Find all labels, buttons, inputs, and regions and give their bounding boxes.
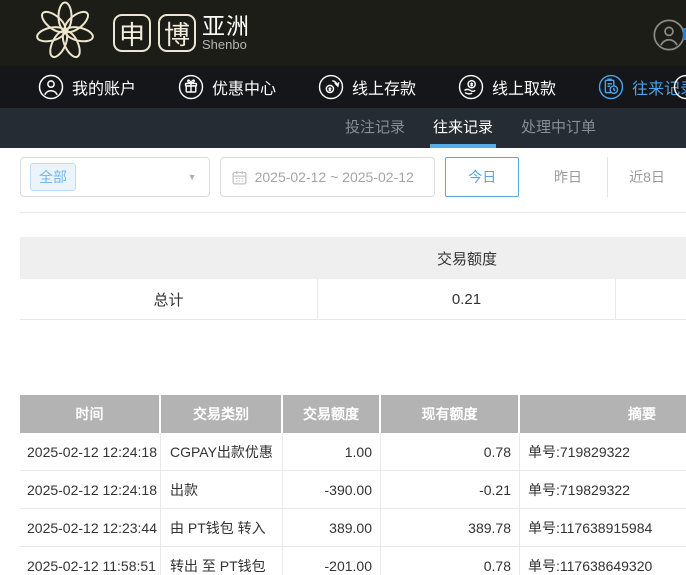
table-row: 2025-02-12 11:58:51转出 至 PT钱包-201.000.78单… <box>20 547 686 575</box>
table-cell: 转出 至 PT钱包 <box>161 547 283 575</box>
nav-label: 线上存款 <box>352 75 416 99</box>
table-cell: 单号:117638915984 <box>520 509 686 546</box>
filter-bar: 全部 ▼ 2025-02-12 ~ 2025-02-12 今日 昨日 近8日 <box>20 157 686 197</box>
table-cell: 单号:719829322 <box>520 433 686 470</box>
summary-table: 交易额度 总计 0.21 <box>20 237 686 320</box>
nav-label: 优惠中心 <box>212 75 276 99</box>
quick-btn-last8days[interactable]: 近8日 <box>608 157 686 197</box>
transactions-table: 时间 交易类别 交易额度 现有额度 摘要 2025-02-12 12:24:18… <box>20 395 686 575</box>
table-cell: 单号:719829322 <box>520 471 686 508</box>
nav-item-online-withdraw[interactable]: 线上取款 <box>458 74 556 100</box>
summary-empty-cell <box>616 279 686 319</box>
brand-region-label: 亚洲 <box>202 14 250 38</box>
nav-item-online-deposit[interactable]: 线上存款 <box>318 74 416 100</box>
top-header: 申 博 亚洲 Shenbo <box>0 0 686 66</box>
col-header-balance: 现有额度 <box>381 395 520 433</box>
table-cell: 由 PT钱包 转入 <box>161 509 283 546</box>
date-range-input[interactable]: 2025-02-12 ~ 2025-02-12 <box>220 157 436 197</box>
records-icon <box>598 74 624 100</box>
summary-total-value: 0.21 <box>318 279 616 319</box>
nav-label: 线上取款 <box>492 75 556 99</box>
tab-transaction-records[interactable]: 往来记录 <box>433 108 493 148</box>
table-cell: 389.78 <box>381 509 520 546</box>
user-avatar-icon[interactable] <box>653 19 685 56</box>
main-nav: 我的账户 优惠中心 线上存款 线上取款 <box>0 66 686 108</box>
table-cell: 2025-02-12 12:24:18 <box>20 433 161 470</box>
table-cell: -201.00 <box>283 547 381 575</box>
calendar-icon <box>231 169 248 186</box>
table-cell: -390.00 <box>283 471 381 508</box>
table-cell: 1.00 <box>283 433 381 470</box>
tab-betting-records[interactable]: 投注记录 <box>345 108 405 148</box>
summary-total-row: 总计 0.21 <box>20 279 686 320</box>
nav-item-promotions[interactable]: 优惠中心 <box>178 74 276 100</box>
table-cell: 单号:117638649320 <box>520 547 686 575</box>
gift-icon <box>178 74 204 100</box>
date-range-value: 2025-02-12 ~ 2025-02-12 <box>255 169 414 185</box>
table-header-row: 时间 交易类别 交易额度 现有额度 摘要 <box>20 395 686 433</box>
table-body: 2025-02-12 12:24:18CGPAY出款优惠1.000.78单号:7… <box>20 433 686 575</box>
col-header-time: 时间 <box>20 395 161 433</box>
nav-label: 我的账户 <box>72 75 136 99</box>
category-select[interactable]: 全部 ▼ <box>20 157 210 197</box>
table-cell: -0.21 <box>381 471 520 508</box>
brand-char-bo: 博 <box>158 14 196 52</box>
summary-header-amount: 交易额度 <box>318 248 616 269</box>
table-cell: 0.78 <box>381 433 520 470</box>
table-cell: 2025-02-12 12:23:44 <box>20 509 161 546</box>
col-header-amount: 交易额度 <box>283 395 381 433</box>
table-cell: CGPAY出款优惠 <box>161 433 283 470</box>
col-header-summary: 摘要 <box>520 395 686 433</box>
quick-btn-today[interactable]: 今日 <box>445 157 519 197</box>
bell-icon-partial[interactable] <box>673 74 686 105</box>
chevron-down-icon: ▼ <box>188 172 197 182</box>
section-divider <box>20 212 686 213</box>
col-header-type: 交易类别 <box>161 395 283 433</box>
summary-header-row: 交易额度 <box>20 237 686 279</box>
table-row: 2025-02-12 12:23:44由 PT钱包 转入389.00389.78… <box>20 509 686 547</box>
quick-button-group: 昨日 近8日 <box>529 157 686 197</box>
category-chip: 全部 <box>30 163 76 191</box>
table-cell: 2025-02-12 12:24:18 <box>20 471 161 508</box>
record-tabs: 投注记录 往来记录 处理中订单 <box>0 108 686 148</box>
table-cell: 2025-02-12 11:58:51 <box>20 547 161 575</box>
deposit-icon <box>318 74 344 100</box>
brand-char-shen: 申 <box>113 14 151 52</box>
brand-wordmark: 亚洲 Shenbo <box>202 14 250 52</box>
table-cell: 0.78 <box>381 547 520 575</box>
flower-logo-icon <box>28 1 102 66</box>
table-cell: 出款 <box>161 471 283 508</box>
tab-pending-orders[interactable]: 处理中订单 <box>521 108 596 148</box>
nav-item-my-account[interactable]: 我的账户 <box>38 74 136 100</box>
brand-subtitle: Shenbo <box>202 38 250 52</box>
table-row: 2025-02-12 12:24:18出款-390.00-0.21单号:7198… <box>20 471 686 509</box>
summary-total-label: 总计 <box>20 279 318 319</box>
quick-btn-yesterday[interactable]: 昨日 <box>529 157 607 197</box>
table-row: 2025-02-12 12:24:18CGPAY出款优惠1.000.78单号:7… <box>20 433 686 471</box>
withdraw-icon <box>458 74 484 100</box>
user-icon <box>38 74 64 100</box>
table-cell: 389.00 <box>283 509 381 546</box>
